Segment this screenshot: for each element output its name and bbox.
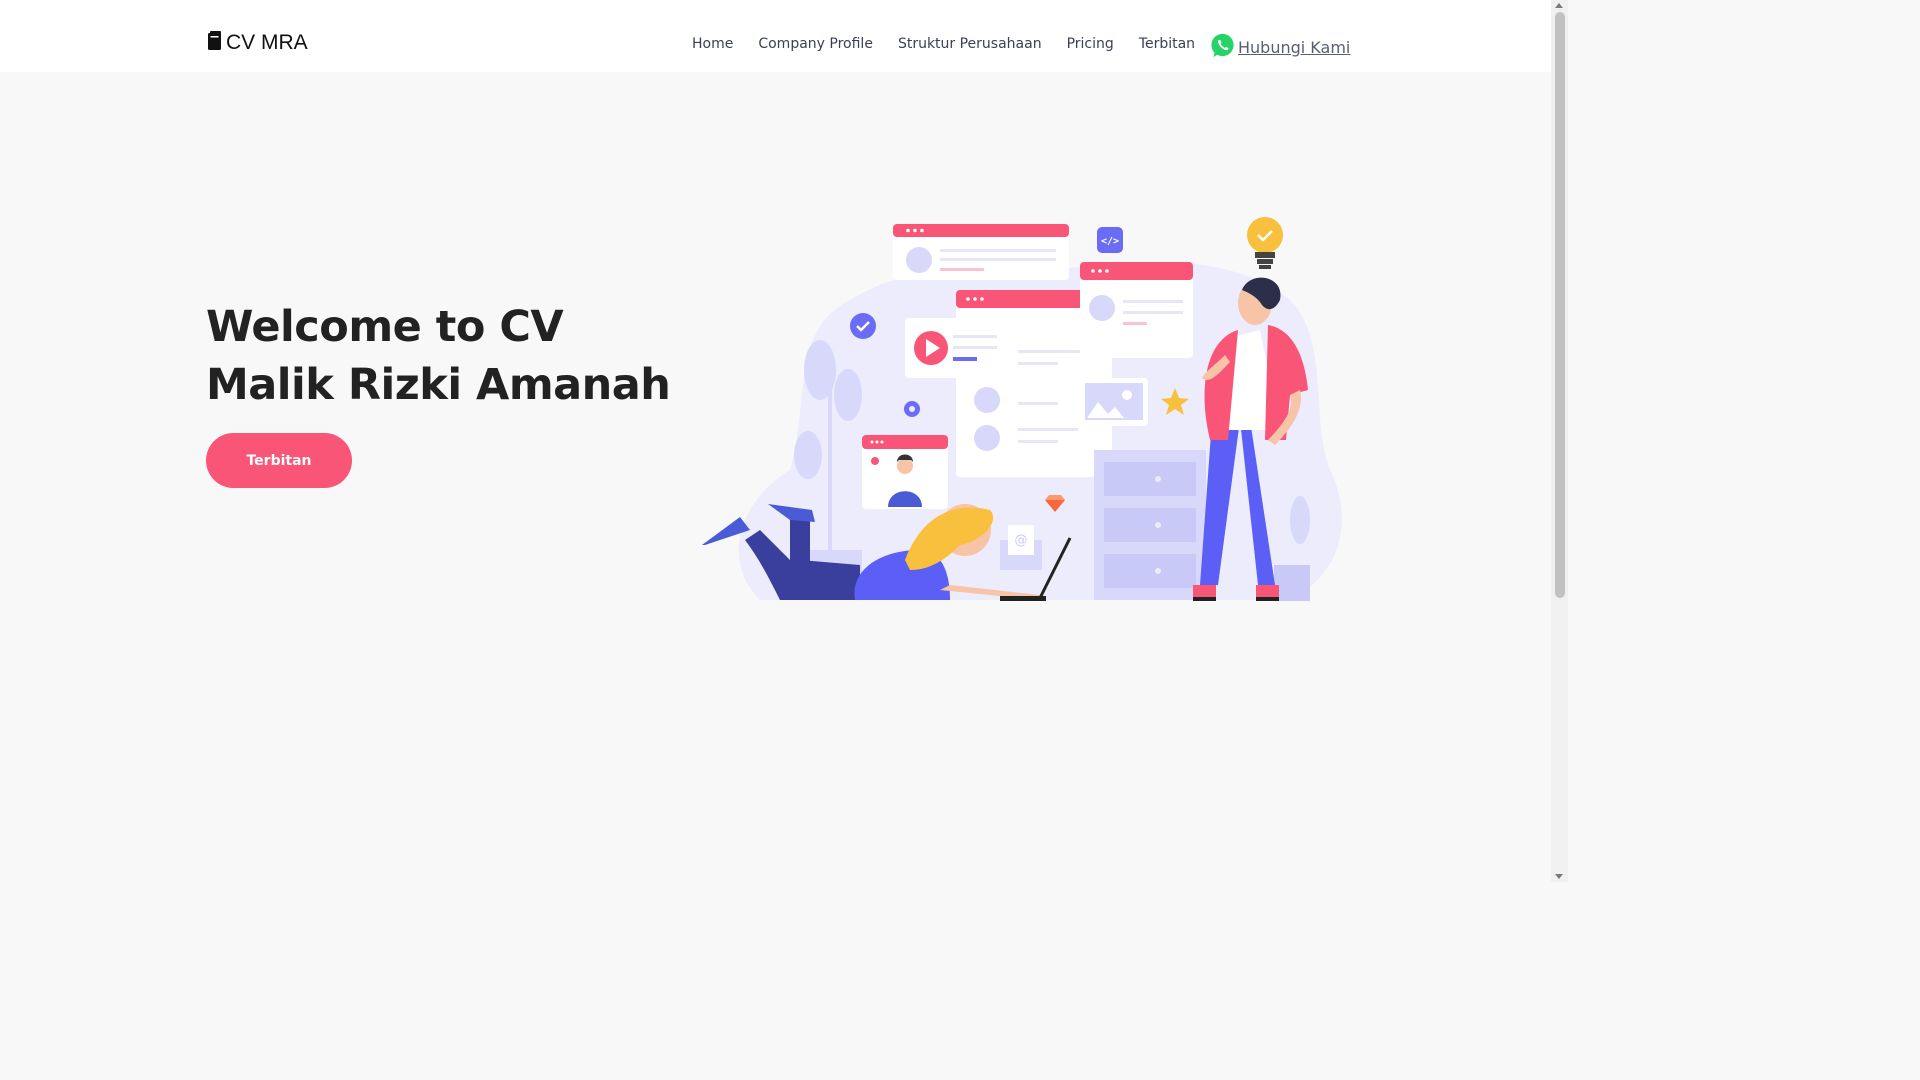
terbitan-button[interactable]: Terbitan [206,433,352,488]
nav-struktur-perusahaan[interactable]: Struktur Perusahaan [898,36,1042,52]
svg-text:</>: </> [1101,236,1119,247]
people-working-illustration: </> @ [700,210,1350,610]
navbar: CV MRA Home Company Profile Struktur Per… [0,0,1551,72]
brand-logo[interactable]: CV MRA [206,30,308,56]
hero-title: Welcome to CV Malik Rizki Amanah [206,302,671,410]
nav-pricing[interactable]: Pricing [1067,36,1114,52]
nav-home[interactable]: Home [692,36,733,52]
main-nav: Home Company Profile Struktur Perusahaan… [692,36,1209,52]
nav-company-profile[interactable]: Company Profile [758,36,873,52]
scrollbar-thumb[interactable] [1555,12,1565,598]
vertical-scrollbar[interactable] [1551,0,1568,882]
hubungi-kami-link[interactable]: Hubungi Kami [1238,38,1350,57]
scroll-up-arrow-icon[interactable] [1555,3,1563,8]
scroll-down-arrow-icon[interactable] [1555,874,1563,879]
brand-name: CV MRA [226,31,308,54]
svg-text:@: @ [1015,533,1028,548]
book-icon [206,30,224,56]
nav-terbitan[interactable]: Terbitan [1139,36,1195,52]
contact-link-wrapper: Hubungi Kami [1209,32,1350,63]
whatsapp-icon[interactable] [1209,32,1236,63]
